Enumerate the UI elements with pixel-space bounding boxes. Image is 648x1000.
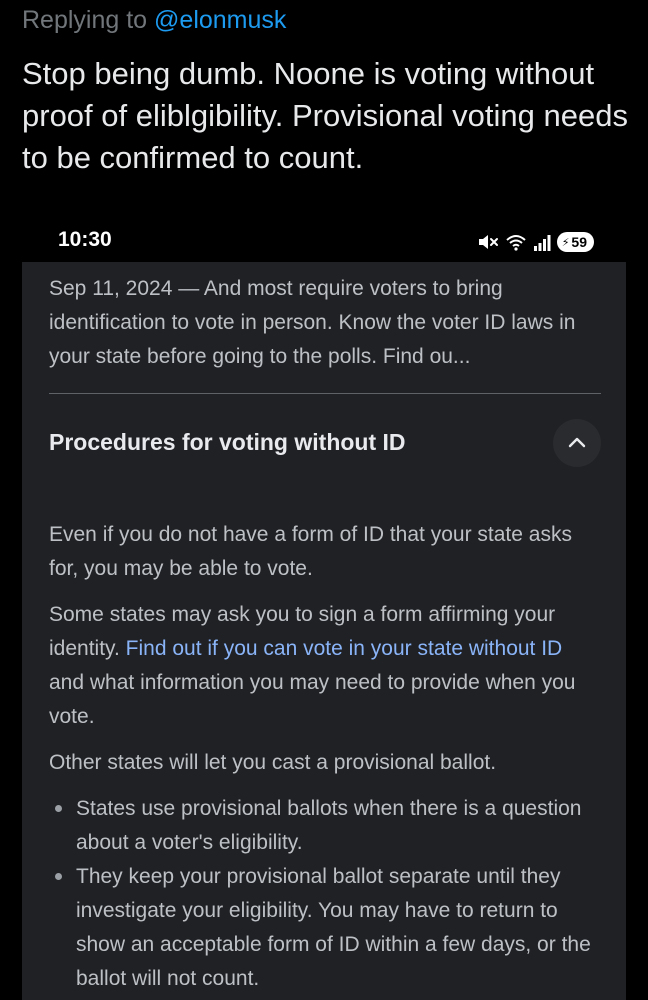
- accordion-header[interactable]: Procedures for voting without ID: [49, 394, 601, 498]
- bullet-list: States use provisional ballots when ther…: [49, 792, 601, 996]
- search-result-content: Sep 11, 2024 — And most require voters t…: [49, 272, 601, 996]
- reply-context: Replying to @elonmusk: [22, 4, 286, 36]
- battery-indicator: ⚡ 59: [556, 232, 594, 252]
- bullet-dot-icon: [55, 873, 62, 880]
- paragraph-1: Even if you do not have a form of ID tha…: [49, 523, 572, 580]
- bullet-dot-icon: [55, 805, 62, 812]
- signal-icon: [533, 232, 551, 252]
- list-item: They keep your provisional ballot separa…: [49, 860, 601, 996]
- reply-prefix: Replying to: [22, 6, 148, 34]
- reply-handle-link[interactable]: @elonmusk: [154, 6, 286, 34]
- status-icons: ⚡ 59: [477, 230, 594, 254]
- vote-without-id-link[interactable]: Find out if you can vote in your state w…: [126, 637, 563, 660]
- battery-level: 59: [571, 234, 587, 250]
- paragraph-2: Some states may ask you to sign a form a…: [49, 598, 601, 734]
- paragraph-2-text-after: and what information you may need to pro…: [49, 671, 576, 728]
- phone-status-bar: 10:30 ⚡ 59: [22, 222, 626, 262]
- list-item: States use provisional ballots when ther…: [49, 792, 601, 860]
- accordion-title: Procedures for voting without ID: [49, 429, 406, 455]
- wifi-icon: [505, 232, 527, 252]
- charging-icon: ⚡: [561, 236, 570, 249]
- mute-icon: [477, 232, 499, 252]
- list-item-text: They keep your provisional ballot separa…: [76, 865, 591, 990]
- status-time: 10:30: [58, 228, 112, 251]
- result-snippet: Sep 11, 2024 — And most require voters t…: [49, 277, 576, 368]
- tweet-text: Stop being dumb. Noone is voting without…: [22, 56, 628, 175]
- list-item-text: States use provisional ballots when ther…: [76, 797, 582, 854]
- collapse-button[interactable]: [553, 419, 601, 467]
- attached-screenshot[interactable]: 10:30 ⚡ 59 Sep 11, 2024 — And most requi…: [22, 222, 626, 1000]
- chevron-up-icon: [568, 437, 586, 448]
- paragraph-3: Other states will let you cast a provisi…: [49, 751, 497, 774]
